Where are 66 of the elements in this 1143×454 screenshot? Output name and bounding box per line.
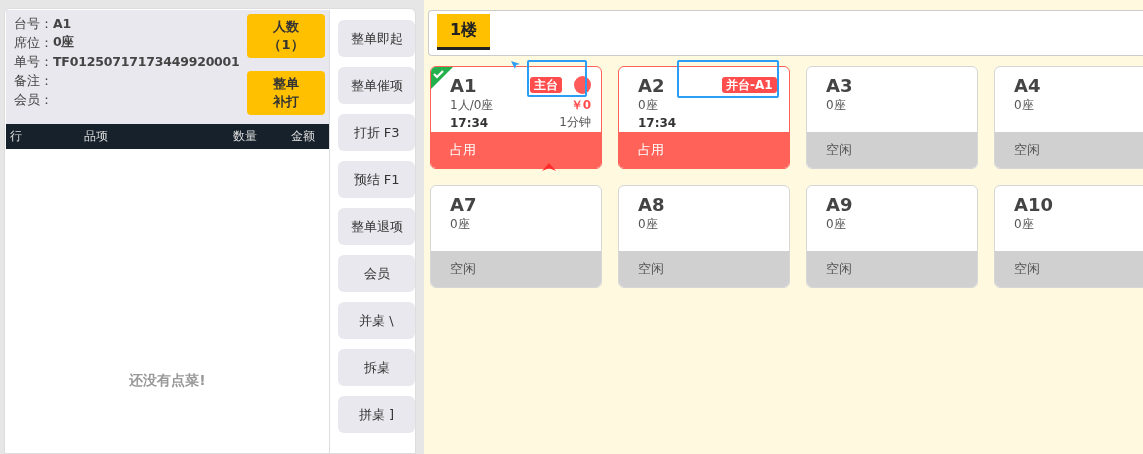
field-label: 单号： <box>14 52 53 71</box>
open-time: 17:34 <box>450 115 489 130</box>
open-time: 17:34 <box>638 115 677 130</box>
action-button[interactable]: 会员 <box>338 255 415 292</box>
action-button[interactable]: 拆桌 <box>338 349 415 386</box>
table-name: A7 <box>450 193 478 215</box>
table-name: A10 <box>1014 193 1054 215</box>
quick-action-button[interactable]: 整单 补打 <box>247 71 325 115</box>
field-label: 会员： <box>14 90 53 109</box>
table-name: A9 <box>826 193 854 215</box>
field-label: 备注： <box>14 71 53 90</box>
table-tag: 并台-A1 <box>722 77 777 93</box>
seat-count: 0座 <box>638 216 658 233</box>
table-card[interactable]: A8 0座 空闲 <box>618 185 790 288</box>
action-button[interactable]: 整单即起 <box>338 20 415 57</box>
status-bar: 空闲 <box>995 132 1143 168</box>
action-button[interactable]: 并桌 \ <box>338 302 415 339</box>
table-card[interactable]: A3 0座 空闲 <box>806 66 978 169</box>
table-card[interactable]: A2 并台-A1 0座 17:34 占用 <box>618 66 790 169</box>
quick-action-button[interactable]: 人数 （1） <box>247 14 325 58</box>
column-header: 品项 <box>84 128 109 145</box>
action-button[interactable]: 整单退项 <box>338 208 415 245</box>
field-value: A1 <box>53 16 71 31</box>
status-bar: 占用 <box>619 132 789 168</box>
status-bar: 空闲 <box>807 132 977 168</box>
seat-count: 0座 <box>450 216 470 233</box>
table-name: A4 <box>1014 74 1042 96</box>
field-value: 0座 <box>53 34 75 51</box>
status-bar: 空闲 <box>995 251 1143 287</box>
table-card[interactable]: A9 0座 空闲 <box>806 185 978 288</box>
table-tag: 主台 <box>529 77 562 93</box>
empty-message: 还没有点菜! <box>129 372 206 390</box>
table-name: A8 <box>638 193 666 215</box>
seat-count: 0座 <box>1014 97 1034 114</box>
action-button[interactable]: 拼桌 ] <box>338 396 415 433</box>
action-button[interactable]: 打折 F3 <box>338 114 415 151</box>
table-name: A1 <box>450 74 478 96</box>
action-button[interactable]: 预结 F1 <box>338 161 415 198</box>
seat-count: 0座 <box>1014 216 1034 233</box>
status-bar: 空闲 <box>619 251 789 287</box>
table-name: A3 <box>826 74 854 96</box>
floor-tab[interactable]: 1楼 <box>437 14 491 50</box>
field-label: 席位： <box>14 33 53 52</box>
field-value: TF01250717173449920001 <box>53 54 240 69</box>
column-header: 行 <box>10 128 23 145</box>
action-button[interactable]: 整单催项 <box>338 67 415 104</box>
pointer-icon <box>510 60 522 70</box>
column-header: 金额 <box>291 128 316 145</box>
table-card[interactable]: A10 0座 空闲 <box>994 185 1143 288</box>
seat-count: 0座 <box>826 97 846 114</box>
seat-count: 0座 <box>826 216 846 233</box>
column-header: 数量 <box>233 128 258 145</box>
status-bar: 空闲 <box>431 251 601 287</box>
amount: ￥0 <box>570 97 591 114</box>
duration: 1分钟 <box>559 114 591 131</box>
table-card[interactable]: A7 0座 空闲 <box>430 185 602 288</box>
caret-icon <box>542 163 556 171</box>
field-label: 台号： <box>14 14 53 33</box>
status-bar: 占用 <box>431 132 601 168</box>
table-card[interactable]: A1 主台 1人/0座 ￥0 17:34 1分钟 占用 <box>430 66 602 169</box>
seat-count: 0座 <box>638 97 658 114</box>
highlight-frame <box>527 60 587 97</box>
seat-count: 1人/0座 <box>450 97 494 114</box>
table-name: A2 <box>638 74 666 96</box>
status-bar: 空闲 <box>807 251 977 287</box>
table-card[interactable]: A4 0座 空闲 <box>994 66 1143 169</box>
